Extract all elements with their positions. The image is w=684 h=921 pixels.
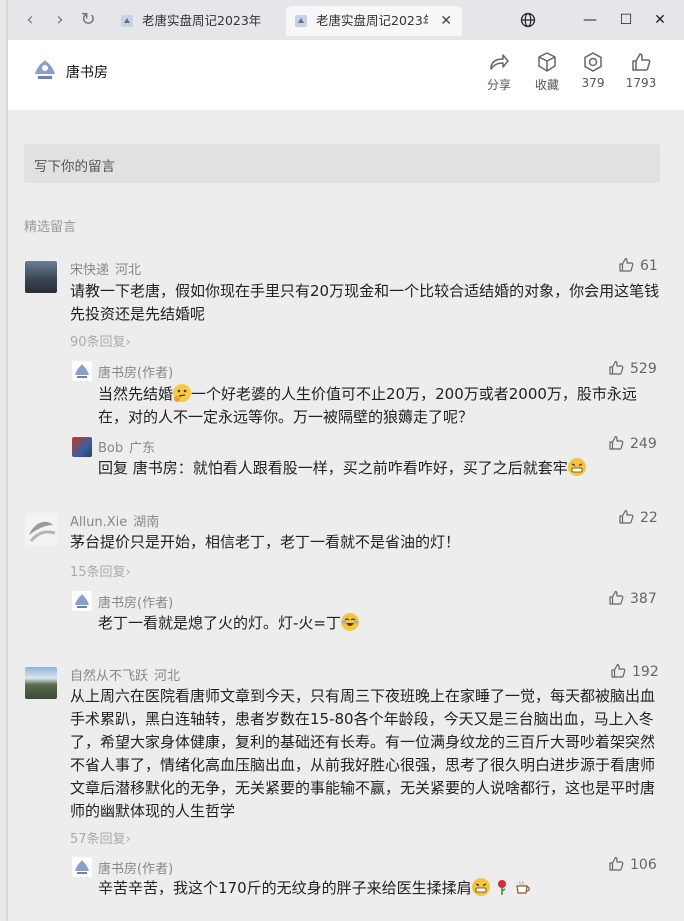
grin-emoji-icon xyxy=(567,458,586,476)
like-button[interactable]: 1793 xyxy=(621,52,661,90)
share-label: 分享 xyxy=(486,78,511,92)
section-title: 精选留言 xyxy=(24,220,77,235)
thumb-icon xyxy=(609,435,624,450)
thumb-icon xyxy=(632,53,651,71)
site-icon xyxy=(121,15,133,27)
reply-author: 唐书房(作者) xyxy=(98,366,174,381)
favorite-button[interactable]: 收藏 xyxy=(527,52,567,93)
coffee-icon xyxy=(515,880,530,894)
favorite-label: 收藏 xyxy=(534,78,559,92)
reply-author: Bob 广东 xyxy=(98,441,156,456)
reply-like-button[interactable]: 529 xyxy=(608,360,657,377)
forward-button[interactable]: › xyxy=(50,10,70,30)
reply-like-button[interactable]: 387 xyxy=(608,590,657,607)
comment-author: Allun.Xie 湖南 xyxy=(70,515,160,530)
logo-icon[interactable] xyxy=(32,56,58,82)
author-avatar[interactable] xyxy=(72,591,92,611)
article-header: 唐书房 分享 收藏 379 1793 xyxy=(8,40,684,110)
avatar[interactable] xyxy=(25,513,57,545)
comment-author: 自然从不飞跃 河北 xyxy=(70,669,181,684)
reply-like-button[interactable]: 106 xyxy=(608,856,657,873)
minimize-button[interactable]: — xyxy=(580,10,600,30)
recommend-button[interactable]: 379 xyxy=(573,52,613,90)
comments-area: 写下你的留言 精选留言 宋快递 河北 61 请教一下老唐，假如你现在手里只有20万… xyxy=(8,110,684,921)
rose-icon xyxy=(497,880,506,895)
tab-1[interactable]: 老唐实盘周记2023年10月 xyxy=(112,6,282,36)
author-avatar[interactable] xyxy=(72,857,92,877)
back-button[interactable]: ‹ xyxy=(20,10,40,30)
recommend-count: 379 xyxy=(581,76,605,90)
browser-window: ‹ › ↻ 老唐实盘周记2023年10月 老唐实盘周记2023年 ✕ — ☐ ✕… xyxy=(8,0,684,921)
account-name[interactable]: 唐书房 xyxy=(66,62,108,82)
thinking-emoji-icon xyxy=(173,384,192,402)
laugh-emoji-icon xyxy=(340,613,359,631)
thumb-icon xyxy=(609,856,624,871)
reply-text: 回复 唐书房：就怕看人跟看股一样，买之前咋看咋好，买了之后就套牢 xyxy=(98,457,658,480)
avatar[interactable] xyxy=(72,437,92,457)
reply-like-button[interactable]: 249 xyxy=(608,435,657,452)
globe-icon[interactable] xyxy=(518,10,538,30)
comment-like-button[interactable]: 61 xyxy=(618,257,658,274)
thumb-icon xyxy=(609,360,624,375)
tab-2[interactable]: 老唐实盘周记2023年 ✕ xyxy=(286,6,462,36)
comment-like-button[interactable]: 22 xyxy=(618,509,658,526)
share-button[interactable]: 分享 xyxy=(479,52,519,93)
author-avatar[interactable] xyxy=(72,361,92,381)
reply-author: 唐书房(作者) xyxy=(98,596,174,611)
reload-button[interactable]: ↻ xyxy=(78,10,98,30)
thumb-icon xyxy=(611,663,626,678)
avatar[interactable] xyxy=(25,667,57,699)
tab-1-title: 老唐实盘周记2023年10月 xyxy=(142,13,262,28)
like-count: 1793 xyxy=(625,76,657,90)
comment-like-button[interactable]: 192 xyxy=(610,663,659,680)
close-tab-icon[interactable]: ✕ xyxy=(440,6,452,36)
tab-bar: ‹ › ↻ 老唐实盘周记2023年10月 老唐实盘周记2023年 ✕ — ☐ ✕ xyxy=(8,0,684,40)
replies-link[interactable]: 90条回复› xyxy=(70,331,131,350)
comment-text: 请教一下老唐，假如你现在手里只有20万现金和一个比较合适结婚的对象，你会用这笔钱… xyxy=(70,282,660,323)
replies-link[interactable]: 57条回复› xyxy=(70,828,131,847)
comment-input[interactable]: 写下你的留言 xyxy=(24,144,660,183)
reply-text: 辛苦辛苦，我这个170斤的无纹身的胖子来给医生揉揉肩 xyxy=(98,877,658,900)
comment-text: 茅台提价只是开始，相信老丁，老丁一看就不是省油的灯！ xyxy=(70,533,461,551)
share-icon xyxy=(490,54,509,70)
close-window-button[interactable]: ✕ xyxy=(650,10,670,30)
grin-emoji-icon xyxy=(471,878,490,896)
reply-author: 唐书房(作者) xyxy=(98,862,174,877)
site-icon xyxy=(295,15,307,27)
comment-text: 从上周六在医院看唐师文章到今天，只有周三下夜班晚上在家睡了一觉，每天都被脑出血手… xyxy=(70,687,656,820)
box-icon xyxy=(538,52,556,72)
comment-author: 宋快递 河北 xyxy=(70,263,142,278)
thumb-icon xyxy=(619,509,634,524)
maximize-button[interactable]: ☐ xyxy=(616,10,636,30)
thumb-icon xyxy=(609,590,624,605)
reply-text: 老丁一看就是熄了火的灯。灯-火=丁 xyxy=(98,612,658,635)
gear-icon xyxy=(584,52,602,72)
comment-placeholder: 写下你的留言 xyxy=(34,159,115,175)
avatar[interactable] xyxy=(25,261,57,293)
reply-text: 当然先结婚 一个好老婆的人生价值可不止20万，200万或者2000万，股市永远在，… xyxy=(98,384,637,426)
tab-2-title: 老唐实盘周记2023年 xyxy=(316,13,428,28)
replies-link[interactable]: 15条回复› xyxy=(70,561,131,580)
thumb-icon xyxy=(619,257,634,272)
